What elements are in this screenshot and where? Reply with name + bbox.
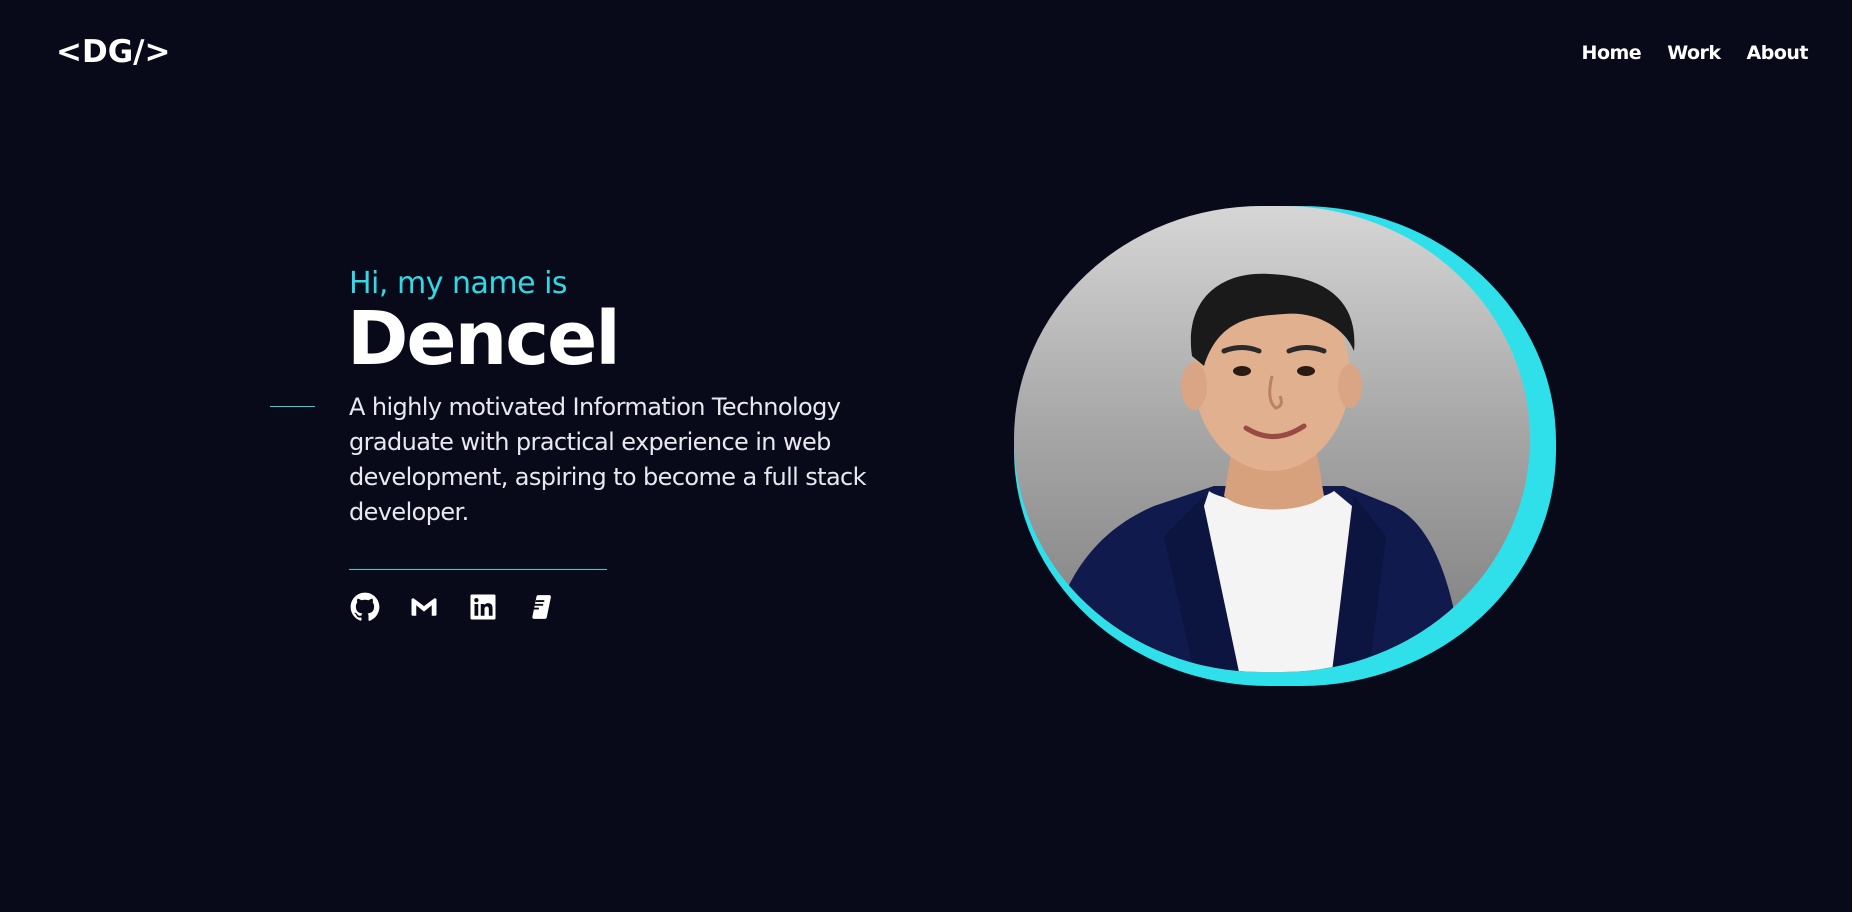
page: <DG/> Home Work About Hi, my name is Den… [0,0,1852,912]
resume-link[interactable] [527,592,557,622]
site-logo[interactable]: <DG/> [56,34,170,70]
nav-link-work[interactable]: Work [1667,42,1721,64]
person-portrait-illustration [1044,273,1464,672]
hero-divider [349,569,607,570]
linkedin-link[interactable] [468,592,498,622]
github-link[interactable] [350,592,380,622]
gmail-link[interactable] [409,592,439,622]
accent-dash [270,406,315,407]
hero-bio: A highly motivated Information Technolog… [349,393,867,526]
nav-link-about[interactable]: About [1747,42,1809,64]
nav-link-home[interactable]: Home [1582,42,1642,64]
linkedin-icon [470,594,496,620]
github-icon [350,592,380,621]
profile-photo-frame [1014,206,1556,686]
main-nav: Home Work About [1582,42,1809,64]
hero-name: Dencel [347,296,621,382]
profile-photo [1014,206,1530,672]
resume-icon [532,595,551,619]
social-links [350,592,557,622]
gmail-icon [411,598,437,616]
